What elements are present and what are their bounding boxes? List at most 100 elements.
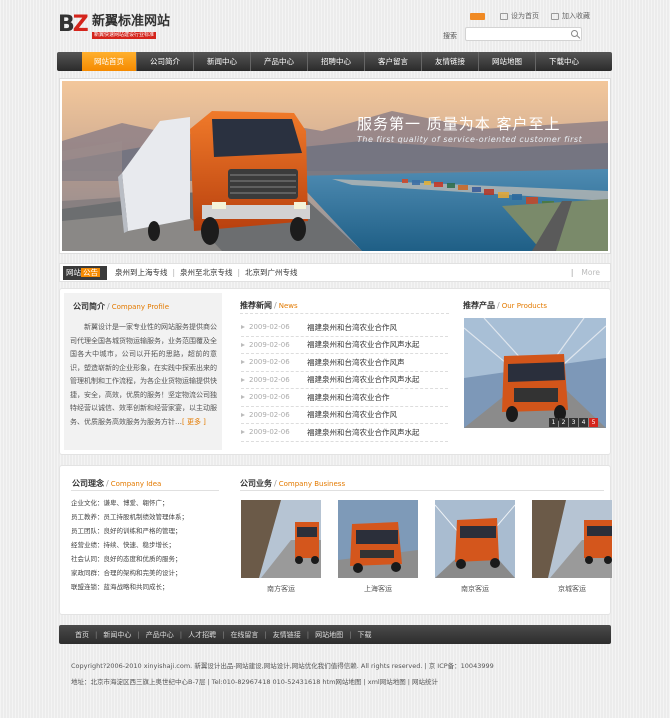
footer-link-friends[interactable]: 友情链接 bbox=[267, 630, 307, 640]
main-nav: 网站首页 公司简介 新闻中心 产品中心 招聘中心 客户留言 友情链接 网站地图 … bbox=[57, 52, 612, 71]
site-logo[interactable]: BZ 新翼标准网站 新翼快速网站建设行业标准 bbox=[58, 13, 188, 41]
business-label: 南京客运 bbox=[461, 585, 489, 593]
news-item[interactable]: 2009-02-06 福建泉州和台湾农业合作 bbox=[241, 389, 448, 407]
news-date: 2009-02-06 bbox=[249, 428, 290, 437]
content-panel-top: 公司简介 / Company Profile 新翼设计是一家专业性的网站服务提供商公… bbox=[59, 288, 611, 455]
logo-subtitle: 新翼快速网站建设行业标准 bbox=[92, 32, 157, 39]
idea-item: 联盟连锁：蓝海战略和共同成长； bbox=[71, 583, 169, 591]
news-link[interactable]: 福建泉州和台湾农业合作 bbox=[307, 392, 390, 403]
news-link[interactable]: 福建泉州和台湾农业合作风声水起 bbox=[307, 374, 420, 385]
rss-icon bbox=[470, 12, 485, 20]
news-list: 2009-02-06 福建泉州和台湾农业合作风 2009-02-06 福建泉州和台湾… bbox=[241, 319, 448, 442]
news-link[interactable]: 福建泉州和台湾农业合作风声水起 bbox=[307, 339, 420, 350]
company-idea-list: 企业文化：谦卑、博爱、翱怀广； 员工教养：员工持股机制绩效管理体系； 员工团队：… bbox=[71, 496, 221, 594]
footer-copyright: Copyright?2006-2010 xinyishaji.com. 新翼设计… bbox=[71, 662, 494, 670]
news-date: 2009-02-06 bbox=[249, 375, 290, 384]
company-idea-title: 公司理念 / Company Idea bbox=[72, 479, 162, 488]
business-title-divider bbox=[240, 490, 604, 491]
notice-link[interactable]: 泉州到上海专线 bbox=[115, 267, 168, 279]
nav-downloads[interactable]: 下载中心 bbox=[536, 52, 592, 71]
news-link[interactable]: 福建泉州和台湾农业合作风 bbox=[307, 409, 397, 420]
business-item[interactable]: 南方客运 bbox=[241, 500, 321, 594]
notice-more-link[interactable]: More bbox=[581, 268, 600, 277]
company-idea-divider bbox=[71, 490, 219, 491]
news-item[interactable]: 2009-02-06 福建泉州和台湾农业合作风 bbox=[241, 319, 448, 337]
news-link[interactable]: 福建泉州和台湾农业合作风声 bbox=[307, 357, 405, 368]
business-item[interactable]: 上海客运 bbox=[338, 500, 418, 594]
business-item[interactable]: 南京客运 bbox=[435, 500, 515, 594]
search-input[interactable] bbox=[466, 28, 566, 40]
pager-page-2[interactable]: 2 bbox=[559, 418, 568, 427]
company-intro-text: 新翼设计是一家专业性的网站服务提供商公司代理全国各城货物运输服务，业务范围覆及全… bbox=[70, 323, 217, 426]
news-item[interactable]: 2009-02-06 福建泉州和台湾农业合作风 bbox=[241, 407, 448, 424]
business-label: 南方客运 bbox=[267, 585, 295, 593]
business-label: 上海客运 bbox=[364, 585, 392, 593]
home-icon bbox=[500, 12, 508, 20]
bullet-icon bbox=[241, 395, 245, 400]
news-item[interactable]: 2009-02-06 福建泉州和台湾农业合作风声水起 bbox=[241, 337, 448, 354]
hero-banner[interactable]: 服务第一 质量为本 客户至上 The first quality of serv… bbox=[59, 78, 611, 254]
notice-link[interactable]: 泉州至北京专线 bbox=[180, 267, 233, 279]
business-label: 京城客运 bbox=[558, 585, 586, 593]
search-icon[interactable] bbox=[571, 30, 578, 37]
news-date: 2009-02-06 bbox=[249, 358, 290, 367]
nav-recruitment[interactable]: 招聘中心 bbox=[308, 52, 364, 71]
favorite-icon bbox=[551, 12, 559, 20]
footer-link-sitemap[interactable]: 网站地图 bbox=[309, 630, 349, 640]
company-intro-more-link[interactable]: [ 更多 ] bbox=[182, 418, 206, 426]
rss-link[interactable] bbox=[470, 11, 488, 21]
news-item[interactable]: 2009-02-06 福建泉州和台湾农业合作风声 bbox=[241, 354, 448, 372]
footer-link-jobs[interactable]: 人才招聘 bbox=[182, 630, 222, 640]
search-label: 搜索 bbox=[443, 32, 457, 40]
bullet-icon bbox=[241, 412, 245, 417]
pager-page-5[interactable]: 5 bbox=[589, 418, 598, 427]
footer-link-home[interactable]: 首页 bbox=[69, 630, 95, 640]
nav-sitemap[interactable]: 网站地图 bbox=[479, 52, 535, 71]
content-panel-bottom: 公司理念 / Company Idea 企业文化：谦卑、博爱、翱怀广； 员工教养：员… bbox=[59, 465, 612, 615]
bullet-icon bbox=[241, 342, 245, 347]
footer-link-news[interactable]: 新闻中心 bbox=[97, 630, 137, 640]
nav-messages[interactable]: 客户留言 bbox=[365, 52, 421, 71]
product-pager: 1 2 3 4 5 bbox=[549, 418, 598, 427]
idea-item: 企业文化：谦卑、博爱、翱怀广； bbox=[71, 499, 169, 507]
business-item[interactable]: 京城客运 bbox=[532, 500, 612, 594]
idea-item: 员工团队：良好的训练和严格的管理； bbox=[71, 527, 182, 535]
pager-page-1[interactable]: 1 bbox=[549, 418, 558, 427]
footer-link-download[interactable]: 下载 bbox=[352, 630, 378, 640]
nav-home[interactable]: 网站首页 bbox=[82, 52, 136, 71]
nav-friend-links[interactable]: 友情链接 bbox=[422, 52, 478, 71]
news-link[interactable]: 福建泉州和台湾农业合作风声水起 bbox=[307, 427, 420, 438]
notice-divider: | bbox=[237, 268, 241, 277]
news-date: 2009-02-06 bbox=[249, 393, 290, 402]
pager-page-4[interactable]: 4 bbox=[579, 418, 588, 427]
set-homepage-label: 设为首页 bbox=[511, 12, 539, 20]
news-date: 2009-02-06 bbox=[249, 410, 290, 419]
search-box bbox=[465, 27, 582, 41]
idea-item: 经营业绩：持续、快速、稳步增长； bbox=[71, 541, 175, 549]
news-item[interactable]: 2009-02-06 福建泉州和台湾农业合作风声水起 bbox=[241, 372, 448, 389]
news-link[interactable]: 福建泉州和台湾农业合作风 bbox=[307, 322, 397, 333]
notice-tag: 网站 公告 bbox=[63, 266, 107, 280]
footer-link-products[interactable]: 产品中心 bbox=[140, 630, 180, 640]
news-item[interactable]: 2009-02-06 福建泉州和台湾农业合作风声水起 bbox=[241, 424, 448, 442]
nav-product-center[interactable]: 产品中心 bbox=[251, 52, 307, 71]
notice-more: | More bbox=[570, 268, 600, 277]
top-links: 设为首页 加入收藏 bbox=[470, 11, 590, 21]
banner-image bbox=[62, 81, 608, 251]
pager-page-3[interactable]: 3 bbox=[569, 418, 578, 427]
news-title-divider bbox=[240, 313, 449, 314]
product-image[interactable] bbox=[464, 318, 606, 428]
nav-news-center[interactable]: 新闻中心 bbox=[194, 52, 250, 71]
idea-item: 家政同群：合理的架构和完美的设计； bbox=[71, 569, 182, 577]
site-header: BZ 新翼标准网站 新翼快速网站建设行业标准 设为首页 加入收藏 搜索 bbox=[0, 0, 670, 50]
notice-link[interactable]: 北京到广州专线 bbox=[245, 267, 298, 279]
set-homepage-link[interactable]: 设为首页 bbox=[500, 11, 539, 21]
idea-item: 员工教养：员工持股机制绩效管理体系； bbox=[71, 513, 188, 521]
footer-link-message[interactable]: 在线留言 bbox=[224, 630, 264, 640]
idea-item: 社会认同：良好的态度和优质的服务； bbox=[71, 555, 182, 563]
notice-links: 泉州到上海专线 | 泉州至北京专线 | 北京到广州专线 bbox=[115, 267, 298, 279]
news-date: 2009-02-06 bbox=[249, 340, 290, 349]
nav-company-intro[interactable]: 公司简介 bbox=[137, 52, 193, 71]
logo-mark: BZ bbox=[58, 12, 89, 37]
add-favorite-link[interactable]: 加入收藏 bbox=[551, 11, 590, 21]
